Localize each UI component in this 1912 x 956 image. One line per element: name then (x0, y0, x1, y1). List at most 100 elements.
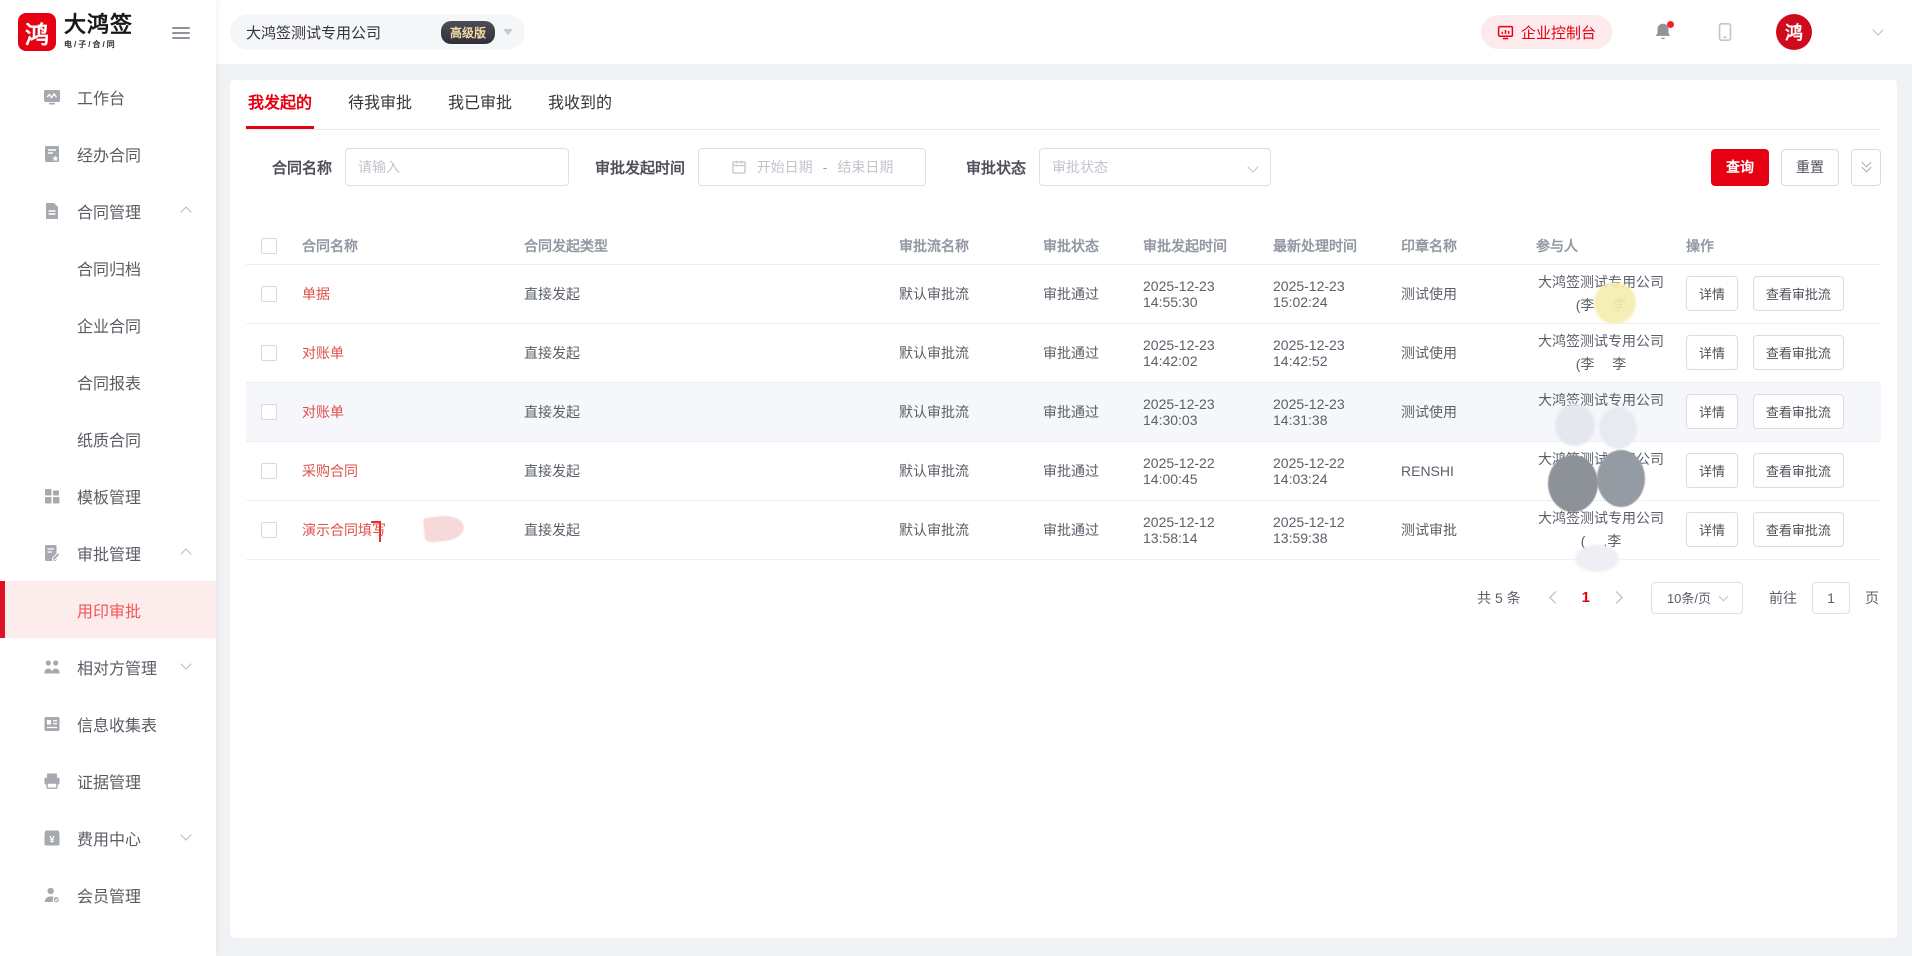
notification-bell-icon[interactable] (1652, 21, 1674, 43)
sidebar-item-member-mgmt[interactable]: 会员管理 (0, 866, 216, 923)
account-chevron-down-icon[interactable] (1872, 24, 1883, 35)
table-header-row: 合同名称 合同发起类型 审批流名称 审批状态 审批发起时间 最新处理时间 印章名… (246, 228, 1881, 264)
sidebar-item-fee-center[interactable]: ¥ 费用中心 (0, 809, 216, 866)
view-flow-button[interactable]: 查看审批流 (1753, 276, 1844, 311)
row-checkbox[interactable] (261, 286, 277, 302)
select-all-checkbox[interactable] (261, 238, 277, 254)
row-checkbox[interactable] (261, 345, 277, 361)
fee-center-icon: ¥ (42, 828, 62, 848)
flow-name: 默认审批流 (889, 323, 1033, 382)
chevron-down-icon (180, 829, 191, 840)
approval-tabs: 我发起的 待我审批 我已审批 我收到的 (246, 80, 1881, 130)
table-row: 单据 直接发起 默认审批流 审批通过 2025-12-23 14:55:30 2… (246, 264, 1881, 323)
calendar-icon (731, 159, 747, 175)
sidebar-item-workbench[interactable]: 工作台 (0, 68, 216, 125)
start-date-placeholder: 开始日期 (757, 157, 813, 177)
view-flow-button[interactable]: 查看审批流 (1753, 512, 1844, 547)
contract-name-link[interactable]: 对账单 (302, 404, 344, 420)
collapse-menu-icon[interactable] (172, 24, 190, 42)
initiation-type: 直接发起 (514, 500, 889, 559)
topbar-actions: 企业控制台 鸿 (1481, 14, 1882, 50)
status: 审批通过 (1033, 441, 1133, 500)
sidebar-item-approval-mgmt[interactable]: 审批管理 (0, 524, 216, 581)
sidebar-item-contract-report[interactable]: 合同报表 (0, 353, 216, 410)
mobile-icon[interactable] (1714, 21, 1736, 43)
detail-button[interactable]: 详情 (1686, 335, 1738, 370)
page-size-select[interactable]: 10条/页 (1651, 582, 1743, 614)
detail-button[interactable]: 详情 (1686, 276, 1738, 311)
contract-name-input[interactable] (345, 148, 569, 186)
goto-label: 前往 (1769, 588, 1797, 608)
contract-name-label: 合同名称 (272, 157, 332, 178)
participant-company: 大鸿签测试专用公司 (1528, 271, 1674, 293)
reset-button[interactable]: 重置 (1781, 149, 1839, 186)
detail-button[interactable]: 详情 (1686, 394, 1738, 429)
tab-initiated-by-me[interactable]: 我发起的 (246, 80, 314, 129)
participants: 大鸿签测试专用公司 (李 李 (1526, 264, 1676, 323)
view-flow-button[interactable]: 查看审批流 (1753, 453, 1844, 488)
tab-received[interactable]: 我收到的 (546, 80, 614, 129)
sidebar-item-label: 费用中心 (77, 826, 141, 850)
view-flow-button[interactable]: 查看审批流 (1753, 335, 1844, 370)
search-button[interactable]: 查询 (1711, 149, 1769, 186)
sidebar-item-evidence-mgmt[interactable]: 证据管理 (0, 752, 216, 809)
company-selector[interactable]: 大鸿签测试专用公司 高级版 (230, 14, 525, 50)
view-flow-button[interactable]: 查看审批流 (1753, 394, 1844, 429)
prev-page-button[interactable] (1549, 591, 1562, 604)
evidence-icon (42, 771, 62, 791)
sidebar-item-contract-mgmt[interactable]: 合同管理 (0, 182, 216, 239)
tab-approved-by-me[interactable]: 我已审批 (446, 80, 514, 129)
sidebar-item-handled-contracts[interactable]: 经办合同 (0, 125, 216, 182)
row-checkbox[interactable] (261, 463, 277, 479)
contract-name-link[interactable]: 演示合同填写 (302, 522, 386, 538)
user-avatar[interactable]: 鸿 (1776, 14, 1812, 50)
participant-company: 大鸿签测试专用公司 (1528, 448, 1674, 470)
contract-name-link[interactable]: 对账单 (302, 345, 344, 361)
sidebar-item-info-collection[interactable]: 信息收集表 (0, 695, 216, 752)
sidebar-item-paper-contract[interactable]: 纸质合同 (0, 410, 216, 467)
initiation-type: 直接发起 (514, 441, 889, 500)
date-range-picker[interactable]: 开始日期 - 结束日期 (698, 148, 926, 186)
start-time: 2025-12-23 14:55:30 (1133, 264, 1263, 323)
next-page-button[interactable] (1610, 591, 1623, 604)
contract-mgmt-icon (42, 201, 62, 221)
contract-name-link[interactable]: 采购合同 (302, 463, 358, 479)
chevron-down-icon (1247, 161, 1258, 172)
sidebar-item-contract-archive[interactable]: 合同归档 (0, 239, 216, 296)
row-checkbox[interactable] (261, 404, 277, 420)
sidebar-subitem-label: 企业合同 (77, 313, 141, 337)
enterprise-console-button[interactable]: 企业控制台 (1481, 15, 1612, 49)
sidebar-item-template-mgmt[interactable]: 模板管理 (0, 467, 216, 524)
console-monitor-icon (1497, 24, 1514, 41)
contract-name-link[interactable]: 单据 (302, 286, 330, 302)
seal-name: 测试使用 (1391, 264, 1526, 323)
collapse-filters-button[interactable] (1851, 149, 1881, 186)
goto-unit: 页 (1865, 588, 1879, 608)
start-time: 2025-12-12 13:58:14 (1133, 500, 1263, 559)
col-contract-name: 合同名称 (292, 228, 514, 264)
range-separator: - (823, 159, 828, 175)
col-initiation-type: 合同发起类型 (514, 228, 889, 264)
approval-list-card: 我发起的 待我审批 我已审批 我收到的 合同名称 审批发起时间 开始日期 - 结… (230, 80, 1897, 938)
page-size-value: 10条/页 (1667, 588, 1711, 607)
detail-button[interactable]: 详情 (1686, 512, 1738, 547)
tab-pending-my-approval[interactable]: 待我审批 (346, 80, 414, 129)
row-checkbox[interactable] (261, 522, 277, 538)
sidebar-item-seal-approval[interactable]: 用印审批 (0, 581, 216, 638)
sidebar-item-label: 经办合同 (77, 142, 141, 166)
status: 审批通过 (1033, 382, 1133, 441)
seal-name: 测试使用 (1391, 323, 1526, 382)
goto-page-input[interactable] (1812, 582, 1850, 614)
svg-text:¥: ¥ (49, 834, 55, 845)
flow-name: 默认审批流 (889, 264, 1033, 323)
sidebar-item-label: 信息收集表 (77, 712, 157, 736)
participant-names: (李 李 (1528, 294, 1674, 316)
workbench-icon (42, 87, 62, 107)
detail-button[interactable]: 详情 (1686, 453, 1738, 488)
seal-name: 测试使用 (1391, 382, 1526, 441)
sidebar-item-enterprise-contract[interactable]: 企业合同 (0, 296, 216, 353)
total-count: 共 5 条 (1477, 588, 1521, 608)
approval-status-select[interactable]: 审批状态 (1039, 148, 1271, 186)
current-page-number[interactable]: 1 (1582, 589, 1590, 606)
sidebar-item-counterparty-mgmt[interactable]: 相对方管理 (0, 638, 216, 695)
